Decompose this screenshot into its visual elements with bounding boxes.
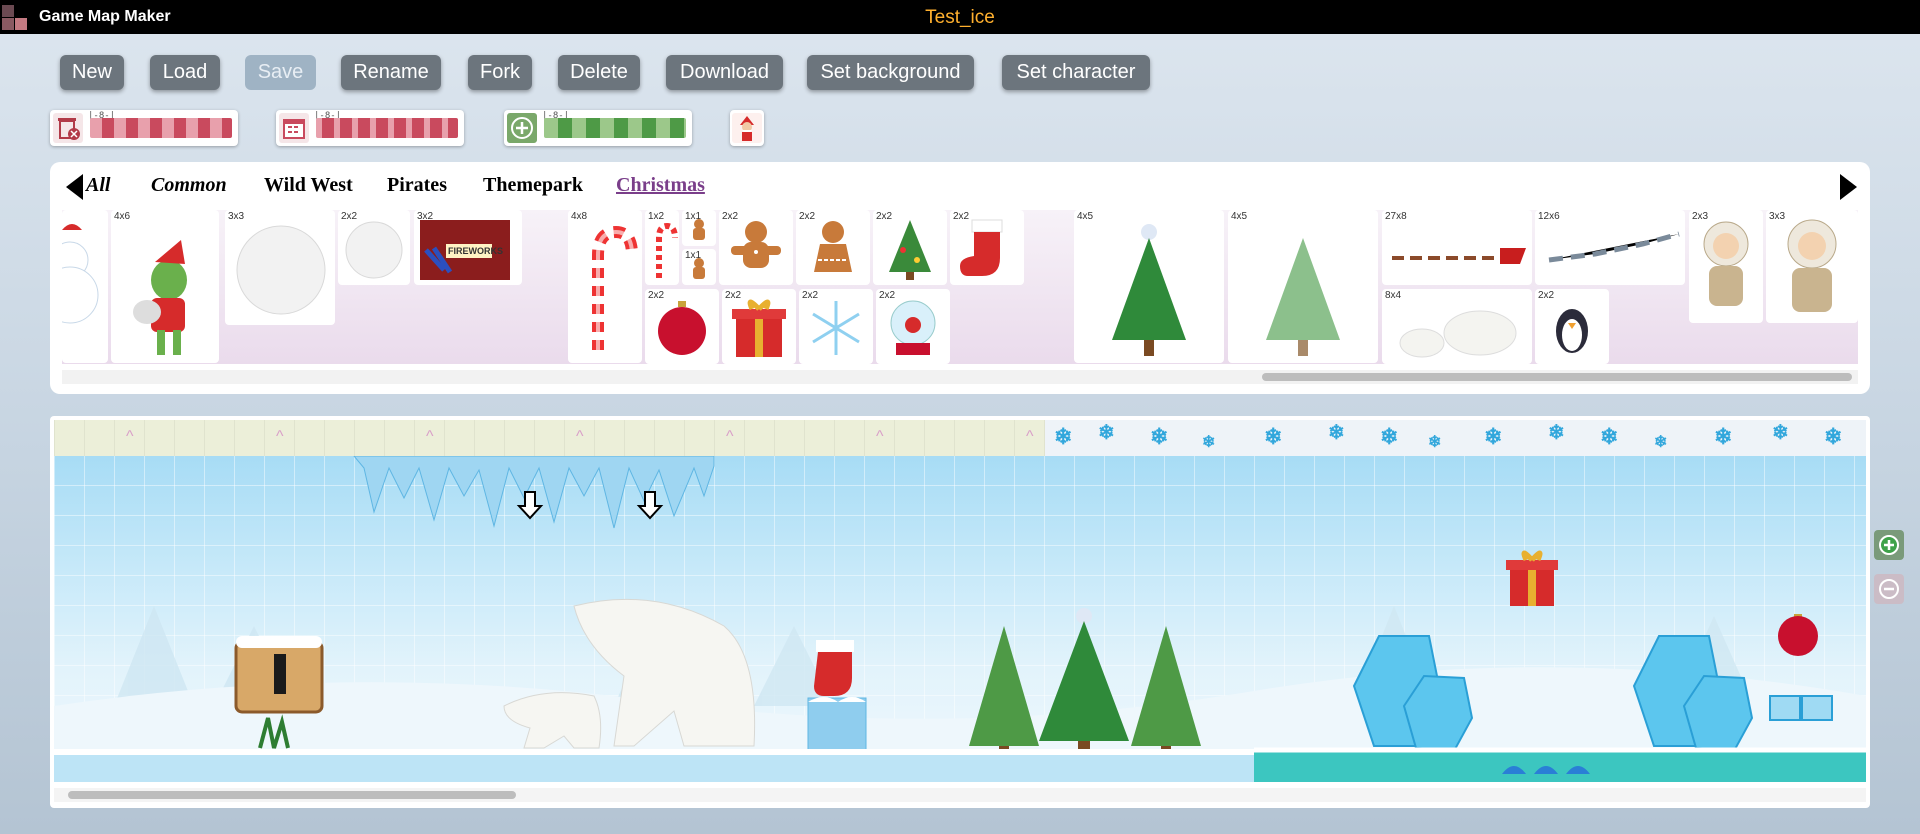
minus-circle-icon [1879,579,1899,599]
category-themepark[interactable]: Themepark [483,174,583,197]
fireworks-label: FIREWORKS [448,246,503,256]
rename-button[interactable]: Rename [341,55,441,90]
title-bar: Game Map Maker Test_ice [0,0,1920,34]
snowflake-icon: ❄ [1548,422,1565,444]
document-title: Test_ice [925,7,995,28]
library-item-gingerbread-tiny[interactable]: 1x1 [682,210,716,246]
snowflake-icon: ❄ [1428,434,1442,451]
snowflake-icon: ❄ [1600,424,1619,449]
library-item-grinch[interactable]: 4x6 [111,210,219,363]
snowflake-icon: ❄ [1098,422,1115,444]
library-item-fireworks-crate[interactable]: 3x2 FIREWORKS [414,210,522,285]
santa-character-icon [732,113,762,143]
snowflake-icon: ❄ [1328,422,1345,444]
trash-eraser-icon [53,113,83,143]
caret-marker-icon: ^ [426,428,434,445]
plus-circle-icon [507,113,537,143]
xmas-trees [969,608,1201,757]
eraser-strip [90,118,232,138]
set-character-button[interactable]: Set character [1002,55,1150,90]
library-items: 4x6 3x3 2x2 3x2 FIREWORKS 4x8 1x2 1x1 1x… [62,210,1858,364]
map-editor: ^ ^ ^ ^ ^ ^ ^ ❄ ❄ ❄ ❄ ❄ ❄ ❄ ❄ ❄ ❄ ❄ ❄ ❄ … [50,416,1870,808]
library-prev-icon[interactable] [66,174,83,200]
library-item-inuit-woman[interactable]: 3x3 [1766,210,1858,323]
library-item-ornament-red[interactable]: 2x2 [645,289,719,364]
category-common[interactable]: Common [151,174,227,197]
library-item-candy-cane-small[interactable]: 1x2 [645,210,679,285]
library-item-snowball-small[interactable]: 2x2 [338,210,410,285]
snowflake-icon: ❄ [1824,424,1843,449]
library-item-gingerbread-woman[interactable]: 2x2 [796,210,870,285]
library-item-reindeer-sleigh[interactable]: 27x8 [1382,210,1532,285]
snowflake-icon: ❄ [1714,424,1733,449]
library-next-icon[interactable] [1840,174,1857,200]
library-item-gift-box[interactable]: 2x2 [722,289,796,364]
library-item-candy-cane-large[interactable]: 4x8 [568,210,642,363]
snowflake-icon: ❄ [1772,422,1789,444]
category-pirates[interactable]: Pirates [387,174,447,197]
snowflake-icon: ❄ [1150,424,1169,449]
calendar-tile-icon [279,113,309,143]
snowflake-icon: ❄ [1654,434,1668,451]
add-strip [544,118,686,138]
library-item-gingerbread-man[interactable]: 2x2 [719,210,793,285]
add-tool[interactable]: |-8-| [504,110,692,146]
category-all[interactable]: All [86,174,110,197]
library-item-penguin[interactable]: 2x2 [1535,289,1609,364]
library-item-stocking[interactable]: 2x2 [950,210,1024,285]
ornament-red [1778,614,1818,656]
caret-marker-icon: ^ [126,428,134,445]
snowflake-icon: ❄ [1054,424,1073,449]
library-item-xmas-tree-faded[interactable]: 4x5 [1228,210,1378,363]
library-item-inuit-child[interactable]: 2x3 [1689,210,1763,323]
delete-button[interactable]: Delete [558,55,640,90]
fork-button[interactable]: Fork [468,55,532,90]
map-canvas[interactable] [54,456,1866,782]
caret-marker-icon: ^ [726,428,734,445]
sky-tile-row[interactable]: ^ ^ ^ ^ ^ ^ ^ ❄ ❄ ❄ ❄ ❄ ❄ ❄ ❄ ❄ ❄ ❄ ❄ ❄ … [54,420,1866,456]
load-button[interactable]: Load [150,55,220,90]
add-row-button[interactable] [1874,530,1904,560]
library-scroll-thumb[interactable] [1262,373,1852,381]
caret-marker-icon: ^ [1026,428,1034,445]
library-item-snowflake-ornament[interactable]: 2x2 [799,289,873,364]
plus-circle-icon [1879,535,1899,555]
library-item-snowman[interactable] [62,210,108,363]
remove-row-button[interactable] [1874,574,1904,604]
category-christmas[interactable]: Christmas [616,174,705,197]
polar-bears [503,598,756,749]
save-button[interactable]: Save [245,55,316,90]
set-background-button[interactable]: Set background [807,55,974,90]
down-arrow-icon [516,491,664,520]
asset-library: All Common Wild West Pirates Themepark C… [50,162,1870,394]
library-item-snow-globe[interactable]: 2x2 [876,289,950,364]
snowflake-icon: ❄ [1380,424,1399,449]
sky-tiles-unset: ^ ^ ^ ^ ^ ^ ^ [54,420,1045,456]
tool-palette: |-8-| |-8-| |-8-| [50,110,770,150]
map-scene [54,456,1866,782]
map-scroll-thumb[interactable] [68,791,516,799]
snowflake-icon: ❄ [1202,434,1216,451]
snowflake-icon: ❄ [1264,424,1283,449]
library-item-polar-bears[interactable]: 8x4 [1382,289,1532,364]
caret-marker-icon: ^ [876,428,884,445]
calendar-tool[interactable]: |-8-| [276,110,464,146]
gift-box [1506,550,1558,606]
library-item-sleigh-silhouette[interactable]: 12x6 [1535,210,1685,285]
library-item-mini-xmas-tree[interactable]: 2x2 [873,210,947,285]
library-item-xmas-tree-large[interactable]: 4x5 [1074,210,1224,363]
eraser-tool[interactable]: |-8-| [50,110,238,146]
library-scrollbar[interactable] [62,370,1858,384]
caret-marker-icon: ^ [276,428,284,445]
category-wild-west[interactable]: Wild West [264,174,353,197]
new-button[interactable]: New [60,55,124,90]
library-item-snowball-large[interactable]: 3x3 [225,210,335,325]
map-scrollbar[interactable] [54,788,1866,802]
caret-marker-icon: ^ [576,428,584,445]
character-tool[interactable] [730,110,764,146]
library-item-gingerbread-tiny-2[interactable]: 1x1 [682,249,716,285]
download-button[interactable]: Download [666,55,783,90]
calendar-strip [316,118,458,138]
snowflake-icon: ❄ [1484,424,1503,449]
